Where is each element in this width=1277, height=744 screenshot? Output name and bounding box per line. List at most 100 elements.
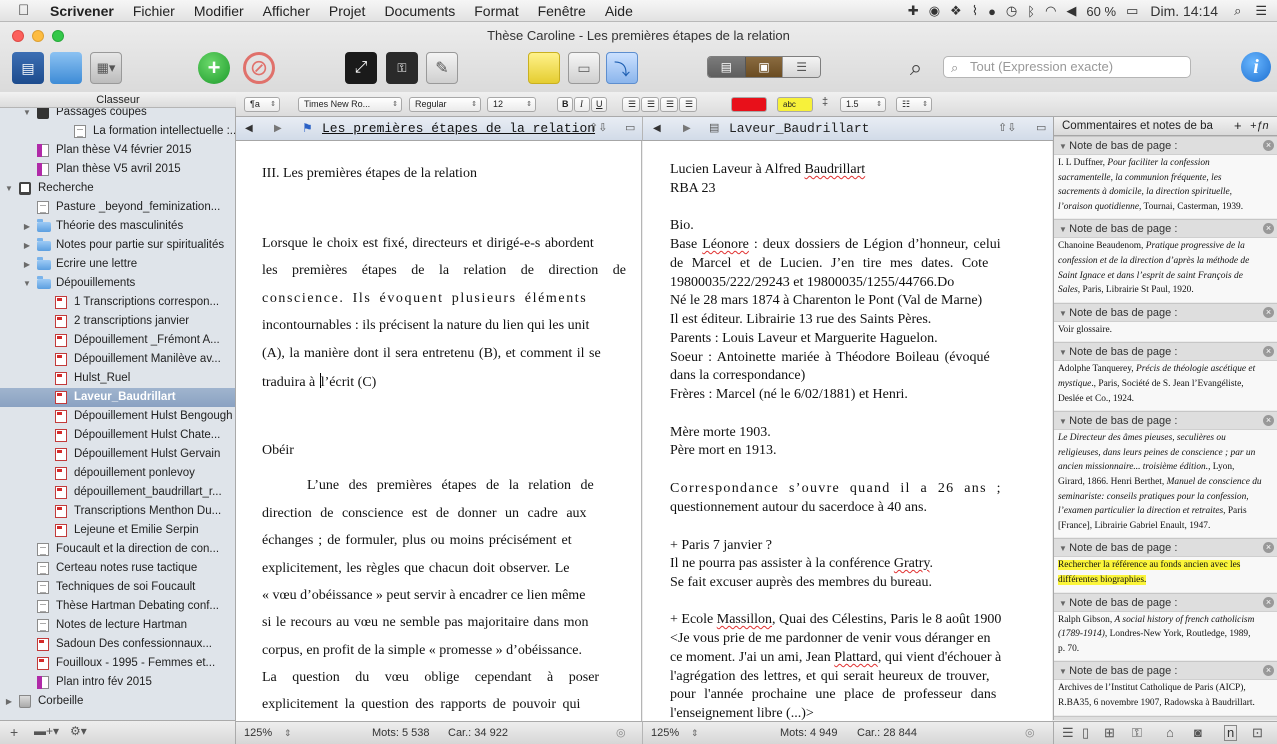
binder-item[interactable]: Thèse Hartman Debating conf... <box>0 597 235 616</box>
inspector-toggle-icon[interactable]: i <box>1241 52 1271 82</box>
add-folder-icon[interactable]: ▬+▾ <box>34 724 59 738</box>
add-comment-icon[interactable]: + <box>1234 117 1242 135</box>
target-icon[interactable]: ◎ <box>1025 722 1035 744</box>
binder-item[interactable]: Foucault et la direction de con... <box>0 540 235 559</box>
footnote-card[interactable]: ▼ Note de bas de page : × Adolphe Tanquere… <box>1054 342 1277 411</box>
collapse-icon[interactable]: ▼ <box>1059 544 1069 553</box>
misspelled-word[interactable]: Baudrillart <box>805 162 866 177</box>
menu-fenetre[interactable]: Fenêtre <box>538 3 586 19</box>
footnote-card[interactable]: ▼ Note de bas de page : × I. L Duffner, Po… <box>1054 136 1277 219</box>
binder-item[interactable]: Fouilloux - 1995 - Femmes et... <box>0 654 235 673</box>
wifi-icon[interactable]: ◠ <box>1045 3 1056 19</box>
paragraph-style-select[interactable]: ¶a ⇕ <box>244 97 280 112</box>
left-editor-text[interactable]: III. Les premières étapes de la relation… <box>236 141 642 721</box>
font-size-select[interactable]: 12 ⇕ <box>487 97 536 112</box>
wifi-signal-icon[interactable]: ⌇ <box>972 3 978 19</box>
binder-item[interactable]: Laveur_Baudrillart <box>0 388 235 407</box>
collapse-icon[interactable]: ▼ <box>1059 309 1069 318</box>
binder-item[interactable]: Notes de lecture Hartman <box>0 616 235 635</box>
battery-percent[interactable]: 60 % <box>1086 4 1116 19</box>
binder-item[interactable]: ▶ Notes pour partie sur spiritualités <box>0 236 235 255</box>
binder-item[interactable]: Dépouillement Hulst Chate... <box>0 426 235 445</box>
bluetooth-icon[interactable]: ᛒ <box>1027 4 1035 19</box>
binder-item[interactable]: Dépouillement Hulst Gervain <box>0 445 235 464</box>
font-family-select[interactable]: Times New Ro... ⇕ <box>298 97 402 112</box>
menu-format[interactable]: Format <box>474 3 518 19</box>
highlight-color-swatch[interactable]: abc <box>777 97 813 112</box>
move-up-down-icon[interactable]: ⇧⇩ <box>589 117 607 140</box>
binder-item[interactable]: Hulst_Ruel <box>0 369 235 388</box>
align-justify-icon[interactable]: ☰ <box>679 97 697 112</box>
compile-icon[interactable]: ⤵ <box>606 52 638 84</box>
disclosure-closed-icon[interactable]: ▶ <box>4 692 14 711</box>
binder-item[interactable]: Dépouillement Hulst Bengough <box>0 407 235 426</box>
footnote-text[interactable]: Chanoine Beaudenom, Pratique progressive… <box>1054 238 1277 302</box>
vpn-icon[interactable]: ● <box>988 4 996 19</box>
notification-center-icon[interactable]: ☰ <box>1255 3 1267 19</box>
quick-reference-icon[interactable] <box>528 52 560 84</box>
underline-button[interactable]: U <box>591 97 607 112</box>
menu-afficher[interactable]: Afficher <box>263 3 310 19</box>
binder-item[interactable]: ▼ Passages coupés <box>0 108 235 122</box>
move-up-down-icon[interactable]: ⇧⇩ <box>998 117 1016 140</box>
right-document-title[interactable]: Laveur_Baudrillart <box>729 117 869 140</box>
line-spacing-select[interactable]: 1.5 ⇕ <box>840 97 886 112</box>
view-mode-icon[interactable]: ▦▾ <box>90 52 122 84</box>
misspelled-word[interactable]: Gratry <box>894 556 930 571</box>
scrivenings-icon[interactable]: ▤ <box>708 57 745 77</box>
timemachine-icon[interactable]: ◷ <box>1006 3 1017 19</box>
comments-tab-icon[interactable]: n <box>1224 725 1238 741</box>
binder-item[interactable]: Pasture _beyond_feminization... <box>0 198 235 217</box>
binder-item[interactable]: Certeau notes ruse tactique <box>0 559 235 578</box>
search-window-icon[interactable]: ⌕ <box>900 52 932 84</box>
delete-footnote-icon[interactable]: × <box>1263 140 1274 151</box>
italic-button[interactable]: I <box>574 97 590 112</box>
health-cross-icon[interactable]: ✚ <box>908 3 919 19</box>
binder-item[interactable]: Sadoun Des confessionnaux... <box>0 635 235 654</box>
menu-documents[interactable]: Documents <box>384 3 455 19</box>
add-document-icon[interactable]: + <box>198 52 230 84</box>
corkboard-icon[interactable]: ▣ <box>744 57 783 77</box>
footnote-text[interactable]: Adolphe Tanquerey, Précis de théologie a… <box>1054 361 1277 411</box>
dropbox-icon[interactable]: ❖ <box>950 3 962 19</box>
footnote-card[interactable]: ▼ Note de bas de page : × Rechercher la ré… <box>1054 538 1277 592</box>
lock-icon[interactable]: ⊡ <box>1252 725 1263 741</box>
binder-item[interactable]: ▼ Recherche <box>0 179 235 198</box>
binder-item[interactable]: Lejeune et Emilie Serpin <box>0 521 235 540</box>
outliner-icon[interactable]: ☰ <box>782 57 820 77</box>
collections-folder-icon[interactable] <box>50 52 82 84</box>
footnote-card[interactable]: ▼ Note de bas de page : × Le Directeur des… <box>1054 411 1277 538</box>
back-arrow-icon[interactable]: ◀ <box>653 117 661 140</box>
snapshot-camera-icon[interactable]: ◙ <box>1194 725 1202 740</box>
binder-item[interactable]: ▼ Dépouillements <box>0 274 235 293</box>
collapse-icon[interactable]: ▼ <box>1059 417 1069 426</box>
delete-footnote-icon[interactable]: × <box>1263 223 1274 235</box>
delete-footnote-icon[interactable]: × <box>1263 306 1274 318</box>
collapse-icon[interactable]: ▼ <box>1059 667 1069 676</box>
collapse-icon[interactable]: ▼ <box>1059 348 1069 357</box>
delete-footnote-icon[interactable]: × <box>1263 665 1274 677</box>
volume-icon[interactable]: ◀︎ <box>1066 3 1076 19</box>
binder-item[interactable]: La formation intellectuelle :... <box>0 122 235 141</box>
binder-toggle-icon[interactable]: ▤ <box>12 52 44 84</box>
binder-item[interactable]: ▶ Théorie des masculinités <box>0 217 235 236</box>
menu-modifier[interactable]: Modifier <box>194 3 244 19</box>
split-toggle-icon[interactable]: ▭ <box>625 117 635 140</box>
footnote-card[interactable]: ▼ Note de bas de page : × Chanoine Beauden… <box>1054 219 1277 302</box>
footnote-card[interactable]: ▼ Note de bas de page :×Marcel Launay, L… <box>1054 715 1277 720</box>
disclosure-open-icon[interactable]: ▼ <box>4 179 14 198</box>
edit-snapshot-icon[interactable]: ✎ <box>426 52 458 84</box>
collapse-icon[interactable]: ▼ <box>1059 599 1069 608</box>
apple-menu-icon[interactable]:  <box>18 2 36 19</box>
disclosure-closed-icon[interactable]: ▶ <box>22 236 32 255</box>
binder-item[interactable]: ▶ Ecrire une lettre <box>0 255 235 274</box>
misspelled-word[interactable]: Massillon <box>717 612 772 627</box>
menubar-clock[interactable]: Dim. 14:14 <box>1150 3 1218 19</box>
footnote-card[interactable]: ▼ Note de bas de page : × Voir glossaire. <box>1054 302 1277 342</box>
zoom-stepper-icon[interactable]: ⇕ <box>691 722 699 744</box>
target-icon[interactable]: ◎ <box>616 722 626 744</box>
disclosure-open-icon[interactable]: ▼ <box>22 108 32 122</box>
keywords-tab-icon[interactable]: ⚿ <box>1132 725 1142 741</box>
binder-item[interactable]: Dépouillement _Frémont A... <box>0 331 235 350</box>
delete-footnote-icon[interactable]: × <box>1263 346 1274 358</box>
